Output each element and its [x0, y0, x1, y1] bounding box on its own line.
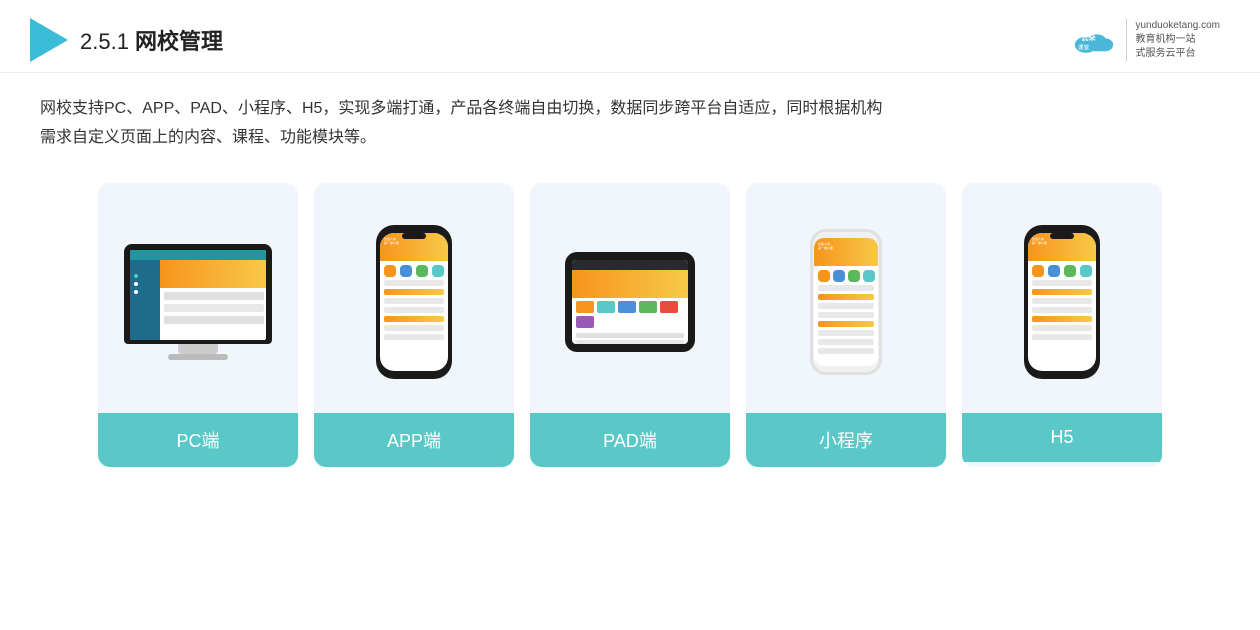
cards-container: PC端 创造人的第一堂AI课 — [0, 163, 1260, 487]
brand-text: yunduoketang.com 教育机构一站 式服务云平台 — [1126, 19, 1220, 61]
card-h5-image: 创造人的第一堂AI课 — [962, 183, 1162, 413]
card-pad-image — [530, 183, 730, 413]
phone-mockup-app: 创造人的第一堂AI课 — [376, 225, 452, 379]
description-block: 网校支持PC、APP、PAD、小程序、H5，实现多端打通，产品各终端自由切换，数… — [0, 73, 1260, 163]
tablet-mockup — [565, 252, 695, 352]
card-app-image: 创造人的第一堂AI课 — [314, 183, 514, 413]
card-h5: 创造人的第一堂AI课 — [962, 183, 1162, 467]
page: 2.5.1 网校管理 云朵 课堂 yunduoketang.com 教育机构一站… — [0, 0, 1260, 630]
card-h5-label: H5 — [962, 413, 1162, 462]
card-pc-label: PC端 — [98, 413, 298, 467]
card-app: 创造人的第一堂AI课 — [314, 183, 514, 467]
header: 2.5.1 网校管理 云朵 课堂 yunduoketang.com 教育机构一站… — [0, 0, 1260, 73]
card-pc-image — [98, 183, 298, 413]
card-pc: PC端 — [98, 183, 298, 467]
brand-logo: 云朵 课堂 yunduoketang.com 教育机构一站 式服务云平台 — [1070, 19, 1220, 61]
card-pad-label: PAD端 — [530, 413, 730, 467]
page-title: 2.5.1 网校管理 — [80, 24, 223, 56]
svg-text:云朵: 云朵 — [1082, 33, 1097, 42]
card-miniprogram-label: 小程序 — [746, 413, 946, 467]
monitor-mockup — [124, 244, 272, 360]
card-app-label: APP端 — [314, 413, 514, 467]
description-line2: 需求自定义页面上的内容、课程、功能模块等。 — [40, 124, 1220, 153]
card-pad: PAD端 — [530, 183, 730, 467]
card-miniprogram-image: 创造人的第一堂AI课 — [746, 183, 946, 413]
description-line1: 网校支持PC、APP、PAD、小程序、H5，实现多端打通，产品各终端自由切换，数… — [40, 95, 1220, 124]
phone-mockup-mini: 创造人的第一堂AI课 — [810, 229, 882, 375]
card-miniprogram: 创造人的第一堂AI课 — [746, 183, 946, 467]
phone-mockup-h5: 创造人的第一堂AI课 — [1024, 225, 1100, 379]
header-left: 2.5.1 网校管理 — [30, 18, 223, 62]
yunduoketang-icon: 云朵 课堂 — [1070, 22, 1118, 58]
logo-triangle-icon — [30, 18, 68, 62]
